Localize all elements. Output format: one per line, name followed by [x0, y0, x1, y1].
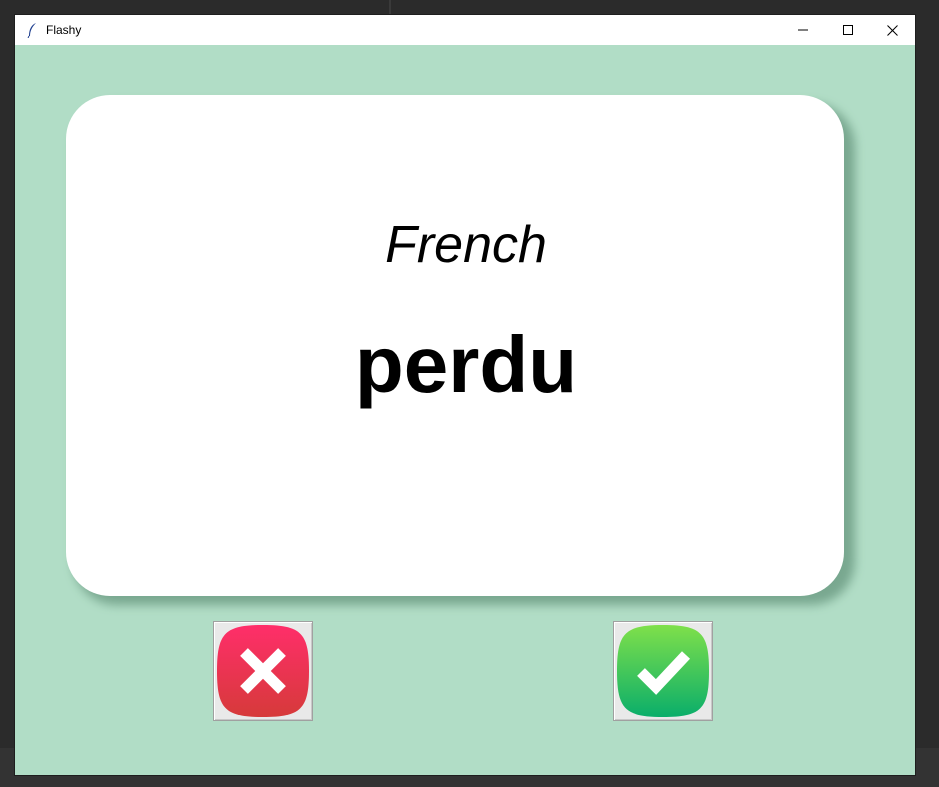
window-controls [780, 15, 915, 45]
maximize-button[interactable] [825, 15, 870, 45]
close-button[interactable] [870, 15, 915, 45]
minimize-icon [797, 29, 808, 31]
app-window: Flashy French perdu [15, 15, 915, 775]
feather-icon [26, 22, 38, 38]
maximize-icon [842, 25, 853, 35]
card-word: perdu [354, 320, 578, 409]
minimize-button[interactable] [780, 15, 825, 45]
window-title: Flashy [46, 23, 82, 37]
checkmark-icon [617, 625, 709, 717]
right-button[interactable] [613, 621, 713, 721]
wrong-button[interactable] [213, 621, 313, 721]
flash-card[interactable]: French perdu [66, 95, 844, 596]
title-bar[interactable]: Flashy [15, 15, 915, 45]
desktop-divider [389, 0, 391, 15]
card-language-label: French [385, 216, 547, 274]
close-icon [887, 24, 898, 36]
cross-icon [217, 625, 309, 717]
